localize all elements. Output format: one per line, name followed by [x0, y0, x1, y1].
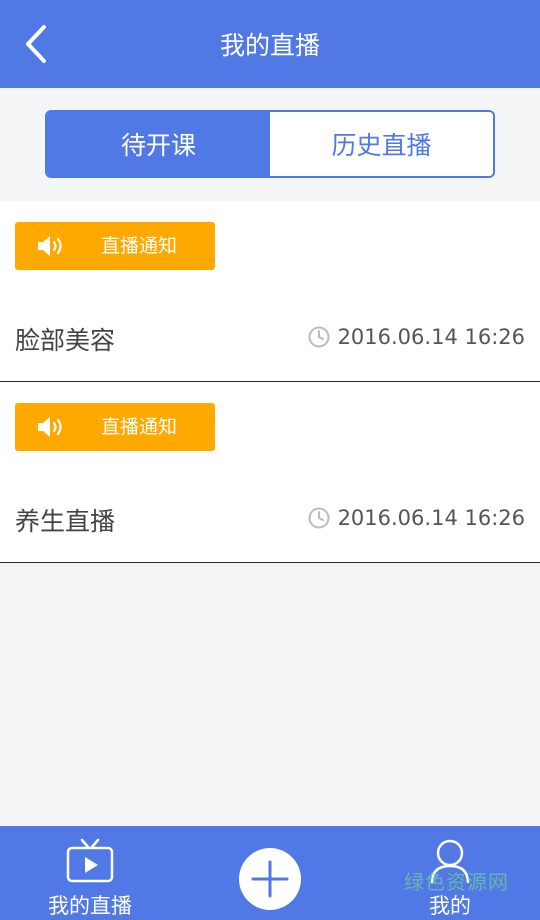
- course-time: 2016.06.14 16:26: [308, 325, 525, 349]
- page-title: 我的直播: [219, 31, 320, 60]
- nav-my-live[interactable]: 我的直播: [25, 826, 155, 920]
- header: 我的直播: [0, 0, 540, 88]
- add-button[interactable]: [239, 848, 301, 910]
- speaker-icon: [38, 417, 62, 437]
- speaker-icon: [38, 236, 62, 256]
- course-title: 脸部美容: [15, 326, 116, 355]
- clock-icon: [308, 507, 330, 529]
- plus-icon: [251, 860, 289, 898]
- tab-history[interactable]: 历史直播: [270, 112, 493, 176]
- course-time: 2016.06.14 16:26: [308, 506, 525, 530]
- notice-label: 直播通知: [101, 235, 178, 257]
- time-text: 2016.06.14 16:26: [337, 325, 525, 349]
- course-title: 养生直播: [15, 507, 116, 536]
- back-button[interactable]: [14, 20, 58, 68]
- nav-my-live-label: 我的直播: [48, 894, 132, 918]
- notice-badge[interactable]: 直播通知: [15, 403, 215, 451]
- list-item[interactable]: 直播通知 养生直播 2016.06.14 16:26: [0, 382, 540, 563]
- back-icon: [26, 25, 46, 63]
- list-item[interactable]: 直播通知 脸部美容 2016.06.14 16:26: [0, 201, 540, 382]
- notice-label: 直播通知: [101, 416, 178, 438]
- tv-icon: [66, 838, 114, 883]
- tab-area: 待开课 历史直播: [0, 88, 540, 201]
- watermark: 绿色资源网: [404, 870, 509, 894]
- clock-icon: [308, 326, 330, 348]
- time-text: 2016.06.14 16:26: [337, 506, 525, 530]
- tab-upcoming[interactable]: 待开课: [47, 112, 270, 176]
- notice-badge[interactable]: 直播通知: [15, 222, 215, 270]
- live-list: 直播通知 脸部美容 2016.06.14 16:26 直播通知 养生直播 201…: [0, 201, 540, 563]
- tab-switcher: 待开课 历史直播: [45, 110, 495, 178]
